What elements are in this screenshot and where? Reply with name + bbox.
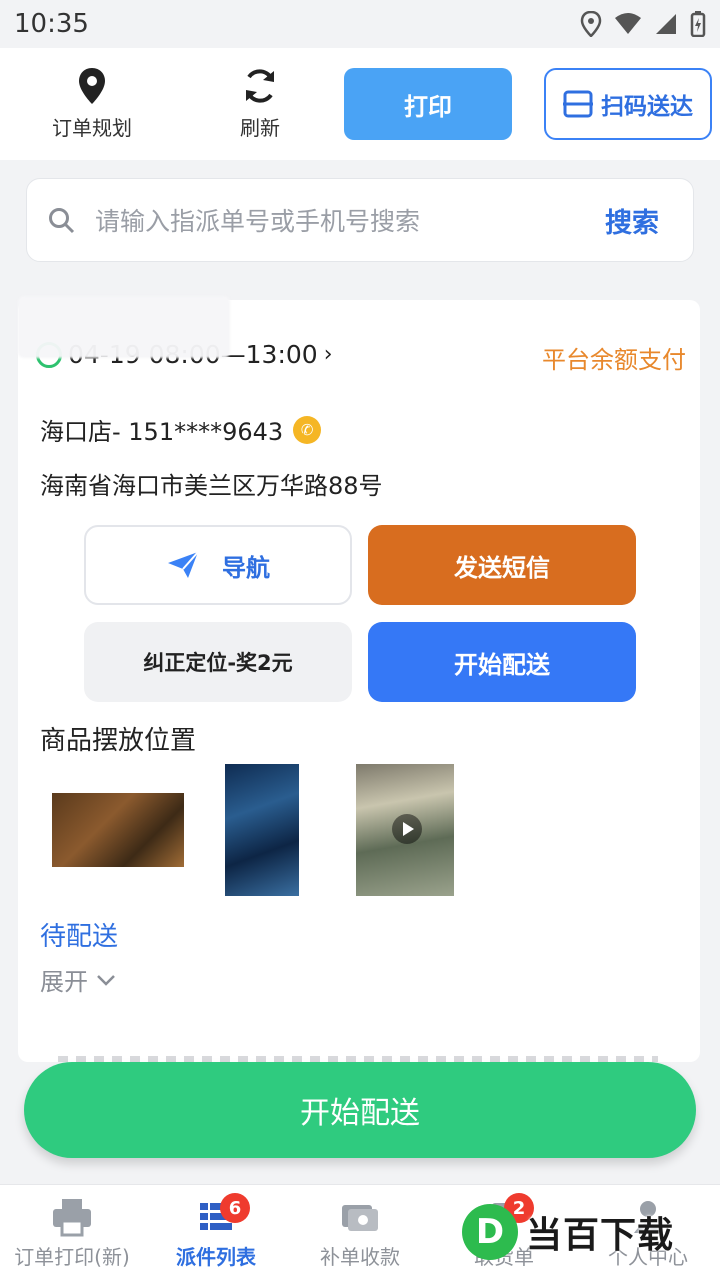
order-status: 待配送 [40,922,119,952]
tab-supplement-payment[interactable]: 补单收款 [288,1197,432,1270]
search-bar: 请输入指派单号或手机号搜索 搜索 [26,178,694,262]
search-input[interactable]: 请输入指派单号或手机号搜索 [95,202,605,238]
status-time: 10:35 [14,9,89,39]
tab-supplement-payment-label: 补单收款 [320,1245,400,1269]
print-label: 打印 [404,92,452,121]
scan-icon [563,90,593,118]
expand-label: 展开 [40,968,88,996]
search-button[interactable]: 搜索 [605,201,659,240]
start-delivery-card-label: 开始配送 [454,650,550,679]
tab-order-print[interactable]: 订单打印(新) [0,1197,144,1270]
navigate-button[interactable]: 导航 [84,525,352,605]
wifi-icon [615,13,641,34]
signal-icon [656,14,676,34]
fix-location-button[interactable]: 纠正定位-奖2元 [84,622,352,702]
start-delivery-button[interactable]: 开始配送 [24,1062,696,1158]
placement-video[interactable] [356,764,454,896]
print-button[interactable]: 打印 [344,68,512,140]
location-status-icon [580,11,602,37]
scan-deliver-button[interactable]: 扫码送达 [544,68,712,140]
navigate-label: 导航 [222,553,270,582]
play-icon [392,814,422,844]
placement-photo[interactable] [225,764,299,896]
customer-contact: 海口店- 151****9643 ✆ [40,412,322,447]
battery-icon [690,11,706,37]
send-sms-button[interactable]: 发送短信 [368,525,636,605]
phone-icon[interactable]: ✆ [293,415,322,444]
watermark-text: 当百下载 [526,1215,675,1256]
tab-dispatch-list-label: 派件列表 [176,1245,256,1269]
map-pin-icon [79,68,105,104]
refresh-label: 刷新 [240,116,280,140]
search-icon [49,208,75,234]
contact-text: 海口店- 151****9643 [40,418,284,446]
scan-deliver-label: 扫码送达 [601,94,693,120]
payment-method: 平台余额支付 [542,346,686,374]
refresh-icon [246,69,274,103]
tab-order-print-label: 订单打印(新) [14,1245,130,1269]
order-plan-label: 订单规划 [52,116,132,140]
tab-dispatch-list[interactable]: 6 派件列表 [144,1193,288,1270]
redacted-area [18,296,230,358]
fix-location-label: 纠正定位-奖2元 [143,651,293,675]
start-delivery-card-button[interactable]: 开始配送 [368,622,636,702]
order-card: 04-19 08:00—13:00 › 平台余额支付 海口店- 151****9… [18,296,700,1062]
order-plan-button[interactable]: 订单规划 [32,66,152,141]
start-delivery-label: 开始配送 [300,1096,420,1131]
chevron-right-icon: › [323,342,333,367]
status-icons [580,11,706,37]
printer-icon [53,1199,91,1237]
refresh-button[interactable]: 刷新 [200,66,320,141]
top-toolbar: 订单规划 刷新 打印 扫码送达 [0,48,720,160]
placement-photo[interactable] [52,793,184,867]
dispatch-badge: 6 [220,1193,250,1223]
expand-toggle[interactable]: 展开 [40,962,116,997]
placement-title: 商品摆放位置 [40,726,197,756]
chevron-down-icon [97,974,115,986]
status-bar: 10:35 [0,0,720,48]
delivery-address: 海南省海口市美兰区万华路88号 [40,472,383,500]
money-icon [342,1205,378,1231]
navigation-arrow-icon [168,551,199,578]
send-sms-label: 发送短信 [454,553,550,582]
site-watermark: D 当百下载 [462,1200,702,1264]
watermark-logo: D [462,1204,518,1260]
